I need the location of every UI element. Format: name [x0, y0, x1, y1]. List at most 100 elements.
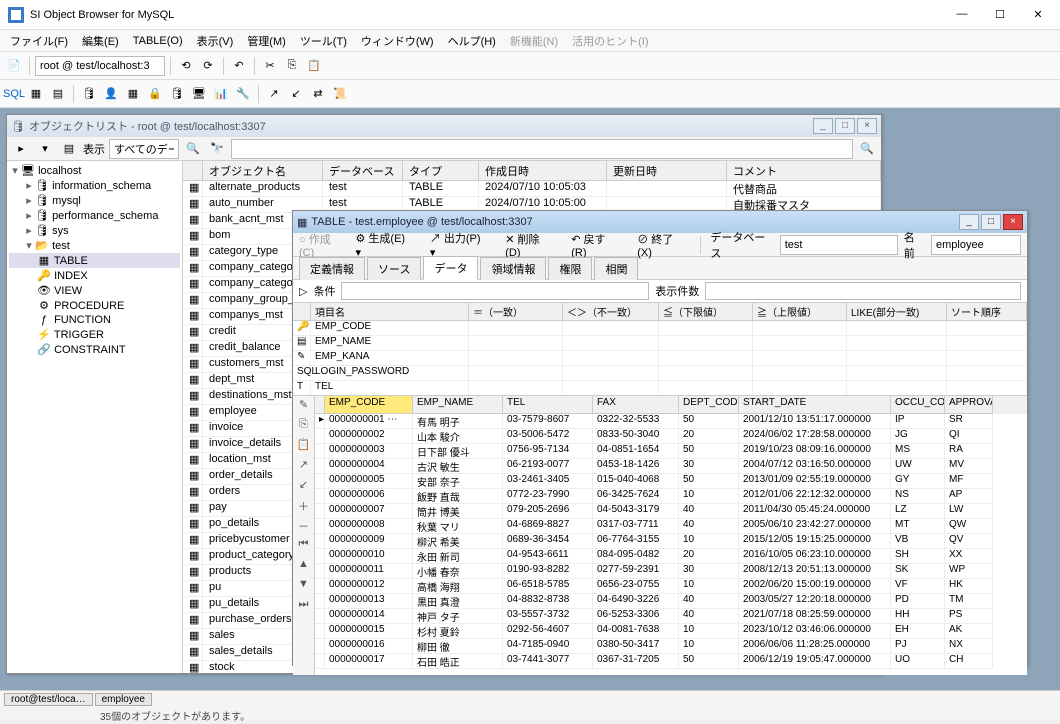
go-icon[interactable]: 🔍 [857, 139, 877, 159]
new-doc-icon[interactable]: 📄 [4, 56, 24, 76]
data-row[interactable]: 0000000003日下部 優斗0756-95-713404-0851-1654… [315, 444, 1027, 459]
export-icon[interactable]: ↗ [264, 84, 284, 104]
data-row[interactable]: 0000000016柳田 徹04-7185-09400380-50-341710… [315, 639, 1027, 654]
child-maximize[interactable]: □ [981, 214, 1001, 230]
data-row[interactable]: ▸0000000001 ⋯有馬 明子03-7579-86070322-32-55… [315, 414, 1027, 429]
menu-table[interactable]: TABLE(O) [127, 33, 189, 49]
copy-icon[interactable]: ⎘ [282, 56, 302, 76]
redo-icon[interactable]: ⟳ [198, 56, 218, 76]
import-icon[interactable]: ↙ [286, 84, 306, 104]
play-icon[interactable]: ▷ [299, 285, 307, 298]
db2-icon[interactable]: 🛢 [167, 84, 187, 104]
refresh-icon[interactable]: ⟲ [176, 56, 196, 76]
data-row[interactable]: 0000000012高橋 海翔06-6518-57850656-23-07551… [315, 579, 1027, 594]
menu-tool[interactable]: ツール(T) [294, 31, 353, 51]
child-minimize[interactable]: _ [813, 118, 833, 134]
maximize-button[interactable]: ☐ [990, 8, 1010, 21]
menu-edit[interactable]: 編集(E) [76, 31, 125, 51]
filter-row[interactable]: ✎EMP_KANA [293, 351, 1027, 366]
tab-area[interactable]: 領域情報 [480, 257, 546, 280]
menu-view[interactable]: 表示(V) [191, 31, 240, 51]
menu-help[interactable]: ヘルプ(H) [442, 31, 502, 51]
paste-icon[interactable]: 📋 [304, 56, 324, 76]
tab-priv[interactable]: 権限 [548, 257, 592, 280]
data-row[interactable]: 0000000004古沢 敏生06-2193-00770453-18-14263… [315, 459, 1027, 474]
tree-collapse-icon[interactable]: ▾ [35, 139, 55, 159]
up-icon[interactable]: ▲ [296, 558, 312, 574]
filter-icon[interactable]: ▤ [59, 139, 79, 159]
filter-row[interactable]: TTEL [293, 381, 1027, 395]
wrench-icon[interactable]: 🔧 [233, 84, 253, 104]
paste-icon[interactable]: 📋 [296, 438, 312, 454]
last-icon[interactable]: ⏭ [296, 598, 312, 614]
tab-rel[interactable]: 相関 [594, 257, 638, 280]
compare-icon[interactable]: ⇄ [308, 84, 328, 104]
table2-icon[interactable]: ▦ [123, 84, 143, 104]
add-icon[interactable]: ＋ [296, 498, 312, 514]
db-combo[interactable] [780, 235, 898, 255]
export-icon[interactable]: ↗ [296, 458, 312, 474]
cols-body[interactable]: 🔑EMP_CODE▤EMP_NAME✎EMP_KANASQLLOGIN_PASS… [293, 321, 1027, 395]
dup-icon[interactable]: ⎘ [296, 418, 312, 434]
object-tree[interactable]: ▾🖥 localhost ▸🛢 information_schema ▸🛢 my… [7, 161, 183, 673]
data-grid[interactable]: EMP_CODE EMP_NAME TEL FAX DEPT_CODE STAR… [315, 396, 1027, 675]
table-icon[interactable]: ▤ [48, 84, 68, 104]
monitor-icon[interactable]: 🖥 [189, 84, 209, 104]
edit-icon[interactable]: ✎ [296, 398, 312, 414]
remove-icon[interactable]: － [296, 518, 312, 534]
data-row[interactable]: 0000000005安部 奈子03-2461-3405015-040-40685… [315, 474, 1027, 489]
table-row[interactable]: ▦alternate_productstestTABLE2024/07/10 1… [183, 181, 881, 197]
cut-icon[interactable]: ✂ [260, 56, 280, 76]
menu-window[interactable]: ウィンドウ(W) [355, 31, 440, 51]
data-row[interactable]: 0000000006飯野 直哉0772-23-799006-3425-76241… [315, 489, 1027, 504]
minimize-button[interactable]: — [952, 8, 972, 21]
menu-new[interactable]: 新機能(N) [504, 31, 564, 51]
binoculars-icon[interactable]: 🔭 [207, 139, 227, 159]
tab-source[interactable]: ソース [367, 257, 421, 280]
menu-hints[interactable]: 活用のヒント(I) [566, 31, 654, 51]
tree-expand-icon[interactable]: ▸ [11, 139, 31, 159]
data-row[interactable]: 0000000017石田 皓正03-7441-30770367-31-72055… [315, 654, 1027, 669]
data-row[interactable]: 0000000007筒井 博美079-205-269604-5043-31794… [315, 504, 1027, 519]
data-row[interactable]: 0000000011小幡 春奈0190-93-82820277-59-23913… [315, 564, 1027, 579]
search-icon[interactable]: 🔍 [183, 139, 203, 159]
data-row[interactable]: 0000000013黒田 真澄04-8832-873804-6490-32264… [315, 594, 1027, 609]
object-grid-header[interactable]: オブジェクト名 データベース タイプ 作成日時 更新日時 コメント [183, 161, 881, 181]
view-combo[interactable] [109, 139, 179, 159]
search-input[interactable] [231, 139, 853, 159]
undo-icon[interactable]: ↶ [229, 56, 249, 76]
grid-icon[interactable]: ▦ [26, 84, 46, 104]
bottom-tab-emp[interactable]: employee [95, 693, 152, 706]
name-input[interactable] [931, 235, 1021, 255]
bottom-tab-conn[interactable]: root@test/loca… [4, 693, 93, 706]
count-input[interactable] [705, 282, 1021, 300]
menu-file[interactable]: ファイル(F) [4, 31, 74, 51]
user-icon[interactable]: 👤 [101, 84, 121, 104]
objectlist-titlebar[interactable]: 🛢 オブジェクトリスト - root @ test/localhost:3307… [7, 115, 881, 137]
child-close[interactable]: × [1003, 214, 1023, 230]
close-button[interactable]: ⊘ 終了(X) [630, 228, 693, 262]
db-icon[interactable]: 🛢 [79, 84, 99, 104]
filter-row[interactable]: SQLLOGIN_PASSWORD [293, 366, 1027, 381]
data-row[interactable]: 0000000014神戸 タ子03-5557-373206-5253-33064… [315, 609, 1027, 624]
lock-icon[interactable]: 🔒 [145, 84, 165, 104]
menu-manage[interactable]: 管理(M) [241, 31, 292, 51]
chart-icon[interactable]: 📊 [211, 84, 231, 104]
data-row[interactable]: 0000000010永田 新司04-9543-6611084-095-04822… [315, 549, 1027, 564]
first-icon[interactable]: ⏮ [296, 538, 312, 554]
sql-icon[interactable]: SQL [4, 84, 24, 104]
child-maximize[interactable]: □ [835, 118, 855, 134]
tab-def[interactable]: 定義情報 [299, 257, 365, 280]
import-icon[interactable]: ↙ [296, 478, 312, 494]
data-row[interactable]: 0000000002山本 駿介03-5006-54720833-50-30402… [315, 429, 1027, 444]
close-button[interactable]: ✕ [1028, 8, 1048, 21]
connection-combo[interactable] [35, 56, 165, 76]
data-row[interactable]: 0000000009柳沢 希美0689-36-345406-7764-31551… [315, 534, 1027, 549]
cond-input[interactable] [341, 282, 649, 300]
tab-data[interactable]: データ [423, 256, 478, 280]
data-row[interactable]: 0000000015杉村 夏鈴0292-56-460704-0081-76381… [315, 624, 1027, 639]
child-close[interactable]: × [857, 118, 877, 134]
filter-row[interactable]: ▤EMP_NAME [293, 336, 1027, 351]
data-row[interactable]: 0000000008秋葉 マリ04-6869-88270317-03-77114… [315, 519, 1027, 534]
down-icon[interactable]: ▼ [296, 578, 312, 594]
